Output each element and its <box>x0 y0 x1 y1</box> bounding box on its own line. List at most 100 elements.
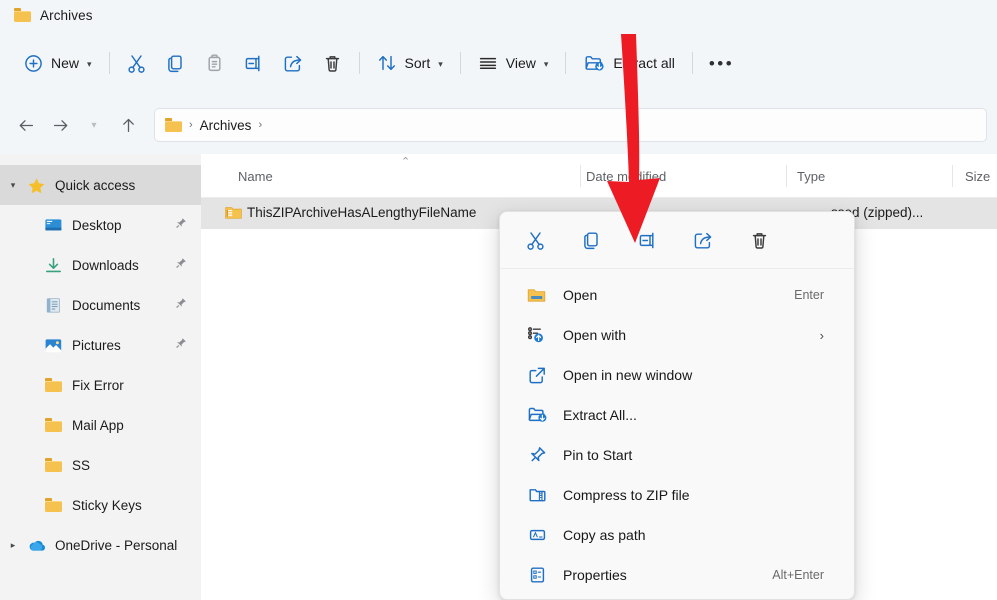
back-button[interactable] <box>9 108 43 142</box>
recent-locations-button[interactable]: ▾ <box>77 108 111 142</box>
delete-icon <box>325 55 339 72</box>
share-button[interactable] <box>273 46 313 80</box>
pin-icon[interactable] <box>174 337 187 350</box>
context-menu-item-pin-to-start[interactable]: Pin to Start <box>504 435 850 475</box>
pin-icon[interactable] <box>174 217 187 230</box>
keyboard-shortcut: Alt+Enter <box>772 568 824 582</box>
sidebar-item-fix-error[interactable]: Fix Error <box>0 365 201 405</box>
divider <box>358 52 360 74</box>
open-with-icon <box>527 327 543 343</box>
chevron-right-icon[interactable]: › <box>820 328 824 343</box>
delete-button[interactable] <box>313 46 352 80</box>
extract-all-button[interactable]: Extract all <box>573 46 684 80</box>
context-menu-item-copy-as-path[interactable]: Copy as path <box>504 515 850 555</box>
share-icon <box>284 55 301 72</box>
context-menu: Open Enter Open with › Open in new window Ext… <box>499 211 855 600</box>
sidebar-item-quick-access[interactable]: ▾ Quick access <box>0 165 201 205</box>
cut-icon <box>127 54 145 73</box>
forward-button[interactable] <box>43 108 77 142</box>
breadcrumb-item-archives[interactable]: Archives <box>200 118 252 133</box>
column-header-name[interactable]: Name <box>238 169 273 184</box>
folder-icon <box>44 458 62 472</box>
context-menu-item-open-with[interactable]: Open with › <box>504 315 850 355</box>
context-share-button[interactable] <box>686 224 720 256</box>
sidebar-item-label: Sticky Keys <box>72 497 142 513</box>
command-bar: New ▾ Sort ▾ View ▾ Extract all ••• <box>0 30 997 96</box>
context-menu-item-label: Open <box>563 287 598 303</box>
context-menu-item-label: Copy as path <box>563 527 646 543</box>
folder-icon <box>43 496 63 514</box>
context-copy-button[interactable] <box>574 224 608 256</box>
properties-icon <box>530 567 544 583</box>
pictures-icon <box>45 338 61 352</box>
delete-icon <box>752 232 766 249</box>
rename-button[interactable] <box>234 46 273 80</box>
sidebar-item-label: Documents <box>72 297 141 313</box>
copy-as-path-icon <box>526 525 548 545</box>
navigation-pane: ▾ Quick access Desktop Downloads Documents Pi… <box>0 154 201 600</box>
column-header-size[interactable]: Size <box>965 169 990 184</box>
desktop-icon <box>43 216 63 234</box>
copy-button[interactable] <box>156 46 195 80</box>
sidebar-item-mail-app[interactable]: Mail App <box>0 405 201 445</box>
view-icon <box>479 57 496 69</box>
sidebar-item-label: Mail App <box>72 417 124 433</box>
chevron-down-icon: ▾ <box>91 119 97 131</box>
extract-all-icon <box>528 407 546 422</box>
folder-icon <box>44 498 62 512</box>
context-rename-button[interactable] <box>630 224 664 256</box>
context-menu-item-compress-to-zip-file[interactable]: Compress to ZIP file <box>504 475 850 515</box>
context-menu-item-extract-all[interactable]: Extract All... <box>504 395 850 435</box>
back-arrow-icon <box>19 119 33 131</box>
documents-icon <box>43 296 63 314</box>
copy-icon <box>167 54 182 72</box>
chevron-right-icon[interactable]: ▸ <box>0 540 26 551</box>
context-delete-button[interactable] <box>742 224 776 256</box>
breadcrumb[interactable]: › Archives › <box>154 108 987 142</box>
more-options-button[interactable]: ••• <box>700 46 743 80</box>
compress-zip-icon <box>526 485 548 505</box>
breadcrumb-separator: › <box>189 119 193 131</box>
sidebar-item-label: Quick access <box>55 177 136 193</box>
pin-icon <box>530 447 545 462</box>
pin-icon[interactable] <box>174 257 187 270</box>
extract-all-label: Extract all <box>613 55 675 71</box>
context-menu-item-label: Open with <box>563 327 627 343</box>
sidebar-item-desktop[interactable]: Desktop <box>0 205 201 245</box>
column-header-date-modified[interactable]: Date modified <box>586 169 666 184</box>
rename-icon <box>245 55 260 71</box>
sidebar-item-sticky-keys[interactable]: Sticky Keys <box>0 485 201 525</box>
onedrive-cloud-icon <box>29 540 45 551</box>
chevron-down-icon: ▾ <box>543 58 549 69</box>
pin-icon[interactable] <box>174 297 187 310</box>
sidebar-item-onedrive-personal[interactable]: ▸ OneDrive - Personal <box>0 525 201 565</box>
context-menu-item-open[interactable]: Open Enter <box>504 275 850 315</box>
sidebar-item-ss[interactable]: SS <box>0 445 201 485</box>
folder-icon <box>43 416 63 434</box>
address-bar: ▾ › Archives › <box>0 96 997 154</box>
sidebar-item-downloads[interactable]: Downloads <box>0 245 201 285</box>
sort-button[interactable]: Sort ▾ <box>367 46 453 80</box>
divider <box>565 52 567 74</box>
cut-button[interactable] <box>117 46 156 80</box>
new-button[interactable]: New ▾ <box>14 46 102 80</box>
chevron-down-icon[interactable]: ▾ <box>0 180 26 191</box>
column-header-type[interactable]: Type <box>797 169 825 184</box>
chevron-down-icon: ▾ <box>438 58 443 69</box>
file-explorer-window: Archives New ▾ Sort ▾ View ▾ Extract all… <box>0 0 997 600</box>
context-menu-item-open-in-new-window[interactable]: Open in new window <box>504 355 850 395</box>
sidebar-item-label: SS <box>72 457 91 473</box>
up-button[interactable] <box>111 108 145 142</box>
view-button[interactable]: View ▾ <box>468 46 559 80</box>
extract-all-icon <box>526 405 548 425</box>
paste-button[interactable] <box>195 46 234 80</box>
breadcrumb-separator[interactable]: › <box>258 119 262 131</box>
folder-icon <box>43 456 63 474</box>
sidebar-item-pictures[interactable]: Pictures <box>0 325 201 365</box>
context-cut-button[interactable] <box>518 224 552 256</box>
star-icon <box>28 177 44 193</box>
sidebar-item-documents[interactable]: Documents <box>0 285 201 325</box>
sort-ascending-indicator: ⌃ <box>401 156 411 168</box>
context-menu-item-properties[interactable]: Properties Alt+Enter <box>504 555 850 595</box>
divider <box>108 52 110 74</box>
